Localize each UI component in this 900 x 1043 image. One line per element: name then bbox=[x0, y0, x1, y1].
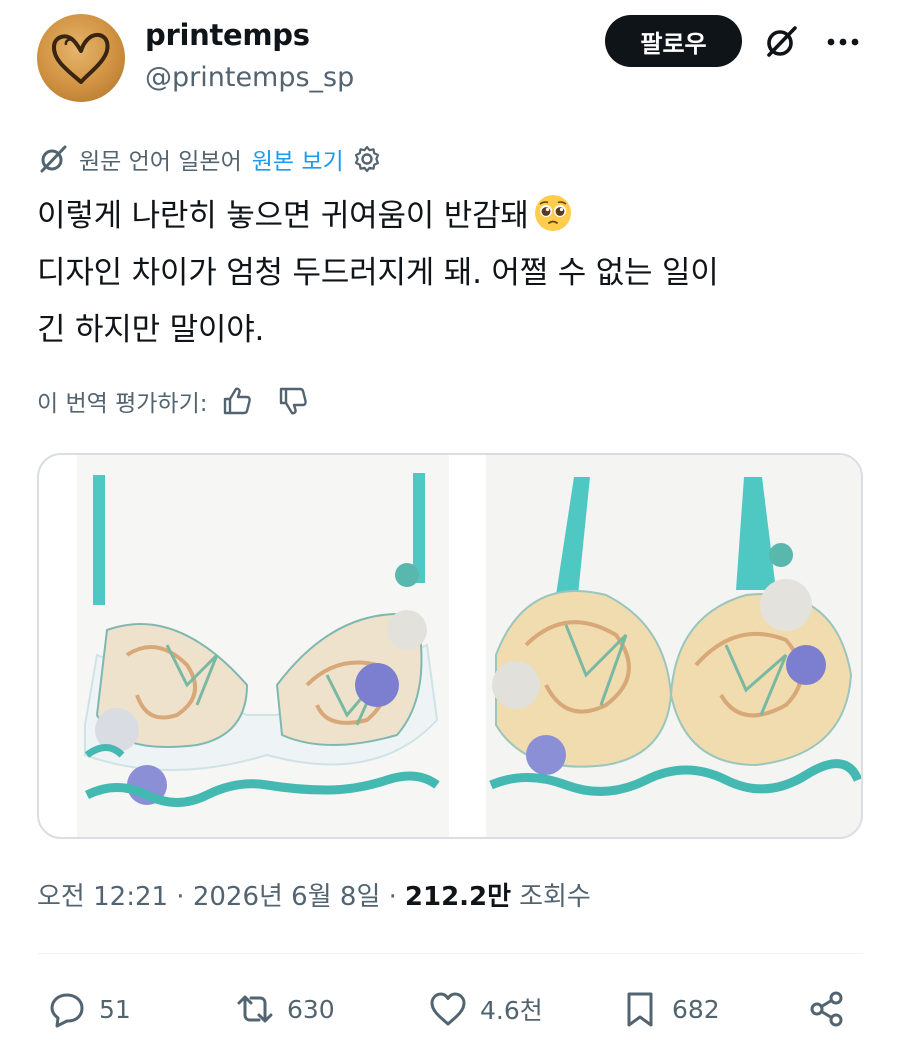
tweet-timestamp[interactable]: 오전 12:21 · 2026년 6월 8일 · bbox=[37, 876, 397, 913]
heart-drawing-icon bbox=[52, 32, 110, 84]
heart-icon bbox=[430, 992, 466, 1026]
like-button[interactable]: 4.6천 bbox=[428, 983, 543, 1035]
tweet-line-1-text: 이렇게 나란히 놓으면 귀여움이 반감돼 bbox=[37, 198, 529, 234]
tweet-line-2: 디자인 차이가 엄청 두드러지게 돼. 어쩔 수 없는 일이 bbox=[37, 255, 719, 291]
pleading-face-emoji-icon bbox=[534, 195, 571, 231]
tweet-line-1: 이렇게 나란히 놓으면 귀여움이 반감돼 bbox=[37, 188, 867, 245]
translation-info: 원문 언어 일본어 원본 보기 bbox=[37, 140, 382, 178]
tweet-text: 이렇게 나란히 놓으면 귀여움이 반감돼 디자인 차이가 엄청 두드러지게 돼.… bbox=[37, 188, 867, 359]
tweet-header: printemps @printemps_sp 팔로우 bbox=[37, 14, 867, 104]
thumbs-down-icon[interactable] bbox=[276, 384, 310, 418]
more-options-icon[interactable] bbox=[823, 24, 863, 60]
bookmark-button[interactable]: 682 bbox=[620, 983, 720, 1035]
author-avatar[interactable] bbox=[37, 14, 125, 102]
tweet-actions: 51 630 4.6천 682 bbox=[37, 983, 863, 1035]
rate-translation: 이 번역 평가하기: bbox=[37, 381, 310, 421]
share-icon bbox=[810, 991, 843, 1027]
share-button[interactable] bbox=[807, 983, 847, 1035]
grok-icon[interactable] bbox=[763, 24, 799, 60]
show-original-link[interactable]: 원본 보기 bbox=[252, 142, 344, 176]
grok-translate-icon bbox=[40, 145, 67, 173]
gear-icon[interactable] bbox=[352, 144, 382, 174]
retweet-icon bbox=[237, 995, 273, 1023]
divider bbox=[37, 953, 863, 954]
rate-translation-label: 이 번역 평가하기: bbox=[37, 391, 208, 417]
views-label: 조회수 bbox=[519, 881, 591, 912]
tweet-line-3: 긴 하지만 말이야. bbox=[37, 312, 265, 348]
reply-count: 51 bbox=[99, 994, 131, 1024]
media-image-2[interactable] bbox=[486, 455, 861, 837]
bookmark-count: 682 bbox=[672, 994, 720, 1024]
like-count: 4.6천 bbox=[480, 996, 543, 1025]
author-display-name[interactable]: printemps bbox=[145, 18, 310, 52]
follow-button[interactable]: 팔로우 bbox=[605, 15, 742, 67]
thumbs-up-icon[interactable] bbox=[220, 384, 254, 418]
bra-front-image bbox=[84, 473, 440, 807]
author-handle[interactable]: @printemps_sp bbox=[145, 62, 354, 93]
media-image-1[interactable] bbox=[77, 455, 449, 837]
tweet-media[interactable] bbox=[37, 453, 863, 839]
tweet-meta: 오전 12:21 · 2026년 6월 8일 · 212.2만 조회수 bbox=[37, 872, 591, 916]
reply-icon bbox=[50, 993, 84, 1028]
retweet-count: 630 bbox=[287, 994, 335, 1024]
reply-button[interactable]: 51 bbox=[47, 983, 131, 1035]
views-count[interactable]: 212.2만 bbox=[405, 876, 511, 913]
translation-source-text: 원문 언어 일본어 bbox=[79, 149, 242, 175]
bookmark-icon bbox=[627, 992, 653, 1027]
bra-angled-image bbox=[489, 477, 861, 796]
retweet-button[interactable]: 630 bbox=[235, 983, 335, 1035]
